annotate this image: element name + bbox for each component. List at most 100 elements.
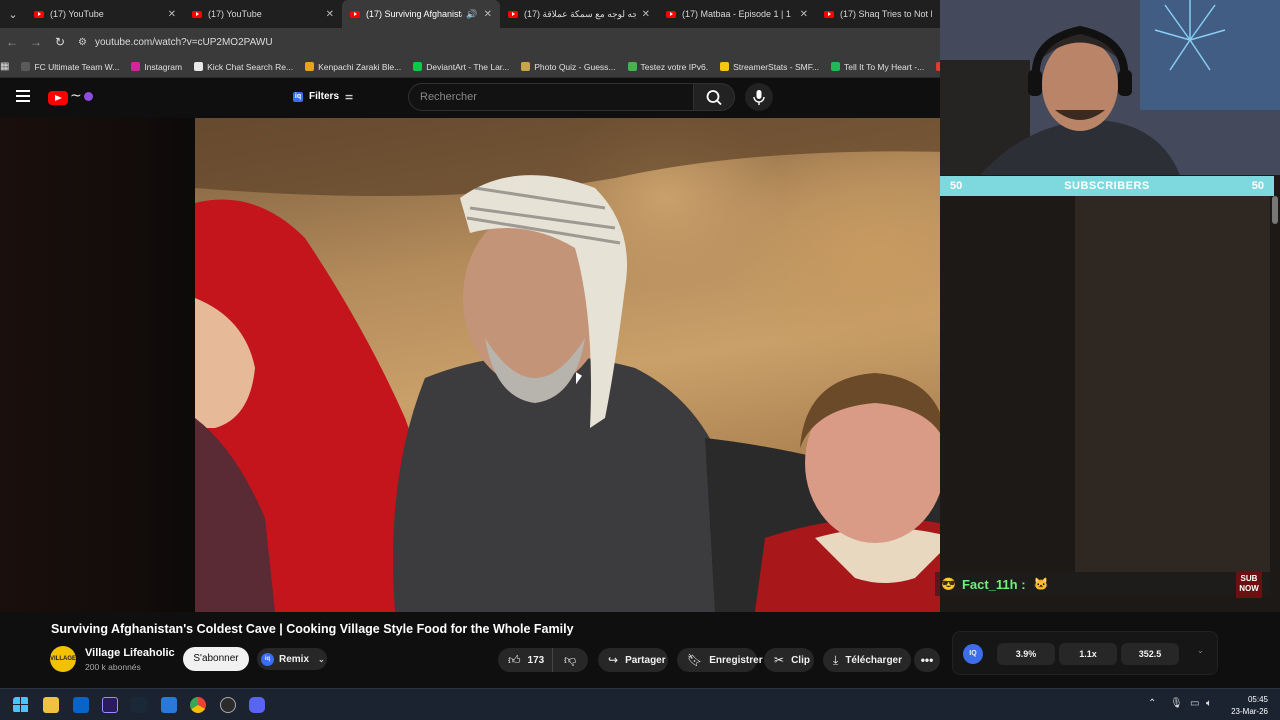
filters-label: Filters	[309, 91, 340, 102]
clip-button[interactable]: ✂ Clip	[764, 648, 814, 672]
like-button[interactable]: 👍︎ 173	[498, 648, 552, 672]
youtube-logo-icon[interactable]	[48, 91, 68, 105]
like-count: 173	[527, 654, 545, 666]
discord-icon[interactable]	[249, 697, 265, 713]
voice-search-button[interactable]	[745, 83, 773, 111]
volume-icon[interactable]: 🔈︎	[1206, 698, 1212, 709]
microphone-icon[interactable]: 🎙︎	[1170, 698, 1183, 709]
url-field[interactable]: ⚙ youtube.com/watch?v=cUP2MO2PAWU	[78, 37, 273, 48]
premiere-pro-icon[interactable]	[102, 697, 118, 713]
close-icon[interactable]: ✕	[168, 9, 176, 20]
youtube-favicon-icon	[508, 10, 518, 18]
bookmark-favicon-icon	[720, 62, 730, 71]
browser-tab[interactable]: (17) Shaq Tries to Not Make	[816, 0, 940, 28]
bookmark-item[interactable]: StreamerStats - SMF...	[720, 62, 819, 72]
bookmark-icon: 🔖︎	[687, 653, 703, 667]
speaker-icon[interactable]: 🔊	[466, 9, 477, 20]
subscribe-button[interactable]: S'abonner	[183, 647, 249, 671]
download-icon: ⤓	[833, 652, 839, 667]
bookmark-item[interactable]: Instagram	[131, 62, 182, 72]
obs-icon[interactable]	[220, 697, 236, 713]
hamburger-menu-icon[interactable]	[16, 90, 30, 102]
channel-avatar[interactable]: VILLAGE	[50, 646, 76, 672]
bookmark-item[interactable]: Photo Quiz - Guess...	[521, 61, 616, 72]
close-icon[interactable]: ✕	[484, 9, 492, 20]
video-title: Surviving Afghanistan's Coldest Cave | C…	[51, 622, 574, 636]
sub-now-badge: SUB NOW	[1236, 572, 1262, 598]
youtube-favicon-icon	[824, 10, 834, 18]
system-clock[interactable]: 05:45 23-Mar-26	[1231, 694, 1268, 718]
close-icon[interactable]: ✕	[800, 9, 808, 20]
bookmark-item[interactable]: Tell It To My Heart -...	[831, 62, 924, 72]
apps-grid-icon[interactable]: ▦	[0, 61, 9, 72]
bookmark-favicon-icon	[831, 62, 841, 71]
filters-button[interactable]: iq Filters ⚌	[293, 91, 353, 102]
search-icon	[706, 90, 722, 106]
doodle-logo[interactable]: ~	[70, 88, 93, 104]
download-button[interactable]: ⤓ Télécharger	[823, 648, 911, 672]
browser-tab[interactable]: (17) Matbaa - Episode 1 | 1 الحلقة ✕	[658, 0, 816, 28]
save-button[interactable]: 🔖︎ Enregistrer	[677, 648, 763, 672]
browser-tab[interactable]: (17) كنت وجه لوجه مع سمكة عملاقة ✕	[500, 0, 658, 28]
bookmark-label: Instagram	[144, 61, 183, 72]
site-info-icon[interactable]: ⚙	[78, 37, 87, 48]
app-icon[interactable]	[161, 697, 177, 713]
dislike-button[interactable]: 👎︎	[552, 648, 588, 672]
browser-tab-active[interactable]: (17) Surviving Afghanistan' 🔊 ✕	[342, 0, 500, 28]
share-button[interactable]: ↪ Partager	[598, 648, 668, 672]
chrome-icon[interactable]	[190, 697, 206, 713]
bookmark-favicon-icon	[627, 62, 637, 71]
network-icon[interactable]: ▭	[1190, 698, 1199, 709]
bookmark-item[interactable]: Kick Chat Search Re...	[194, 62, 293, 72]
bookmark-item[interactable]: FC Ultimate Team W...	[21, 62, 119, 72]
browser-tab[interactable]: (17) YouTube ✕	[26, 0, 184, 28]
more-actions-button[interactable]: •••	[914, 648, 940, 672]
reload-icon[interactable]: ↻	[48, 35, 72, 49]
bookmark-favicon-icon	[521, 62, 531, 71]
youtube-favicon-icon	[192, 10, 202, 18]
chevron-down-icon: ⌄	[318, 654, 325, 664]
share-arrow-icon: ↪	[608, 653, 619, 667]
bookmark-label: DeviantArt - The Lar...	[426, 61, 510, 72]
search-button[interactable]	[693, 83, 735, 111]
outlook-icon[interactable]	[73, 697, 89, 713]
channel-name[interactable]: Village Lifeaholic	[85, 647, 175, 659]
scissors-icon: ✂	[774, 653, 785, 667]
iq-extension-icon[interactable]: IQ	[963, 644, 983, 664]
back-arrow-icon[interactable]: ←	[0, 35, 24, 49]
chevron-up-icon[interactable]: ⌃	[1148, 698, 1156, 709]
remix-button[interactable]: iq Remix ⌄	[257, 648, 327, 670]
windows-start-icon[interactable]	[13, 697, 29, 713]
tab-search-chevron-icon[interactable]: ⌄	[0, 0, 26, 28]
bookmarks-bar: ▦ FC Ultimate Team W... Instagram Kick Cha…	[0, 56, 972, 78]
tab-title: (17) Matbaa - Episode 1 | 1 الحلقة	[682, 8, 794, 19]
bookmark-item[interactable]: DeviantArt - The Lar...	[413, 62, 509, 72]
webcam-feed	[940, 0, 1280, 175]
bookmark-label: Photo Quiz - Guess...	[534, 61, 616, 72]
bookmark-item[interactable]: Kenpachi Zaraki Ble...	[305, 62, 401, 72]
bookmark-favicon-icon	[131, 62, 141, 71]
stat-multiplier: 1.1x	[1059, 643, 1117, 665]
bookmark-label: Kick Chat Search Re...	[207, 61, 294, 72]
youtube-favicon-icon	[350, 10, 360, 18]
stat-engagement: 3.9%	[997, 643, 1055, 665]
bookmark-label: FC Ultimate Team W...	[34, 61, 120, 72]
tab-title: (17) Surviving Afghanistan'	[366, 9, 463, 19]
bookmark-label: StreamerStats - SMF...	[733, 61, 820, 72]
forward-arrow-icon[interactable]: →	[24, 35, 48, 49]
chevron-down-icon[interactable]: ⌄	[1197, 646, 1204, 655]
browser-tab[interactable]: (17) YouTube ✕	[184, 0, 342, 28]
file-explorer-icon[interactable]	[43, 697, 59, 713]
search-input[interactable]: Rechercher	[408, 83, 694, 111]
close-icon[interactable]: ✕	[326, 9, 334, 20]
close-icon[interactable]: ✕	[642, 9, 650, 20]
tab-title: (17) YouTube	[50, 9, 104, 19]
scrollbar-thumb[interactable]	[1272, 196, 1278, 224]
steam-icon[interactable]	[131, 697, 147, 713]
chat-badge-icon: 😎	[941, 577, 956, 591]
bookmark-favicon-icon	[413, 62, 423, 71]
tab-title: (17) كنت وجه لوجه مع سمكة عملاقة	[524, 8, 636, 19]
bookmark-item[interactable]: Testez votre IPv6.	[627, 62, 708, 72]
chat-username: Fact_11h :	[961, 576, 1026, 592]
clock-time: 05:45	[1247, 695, 1268, 704]
